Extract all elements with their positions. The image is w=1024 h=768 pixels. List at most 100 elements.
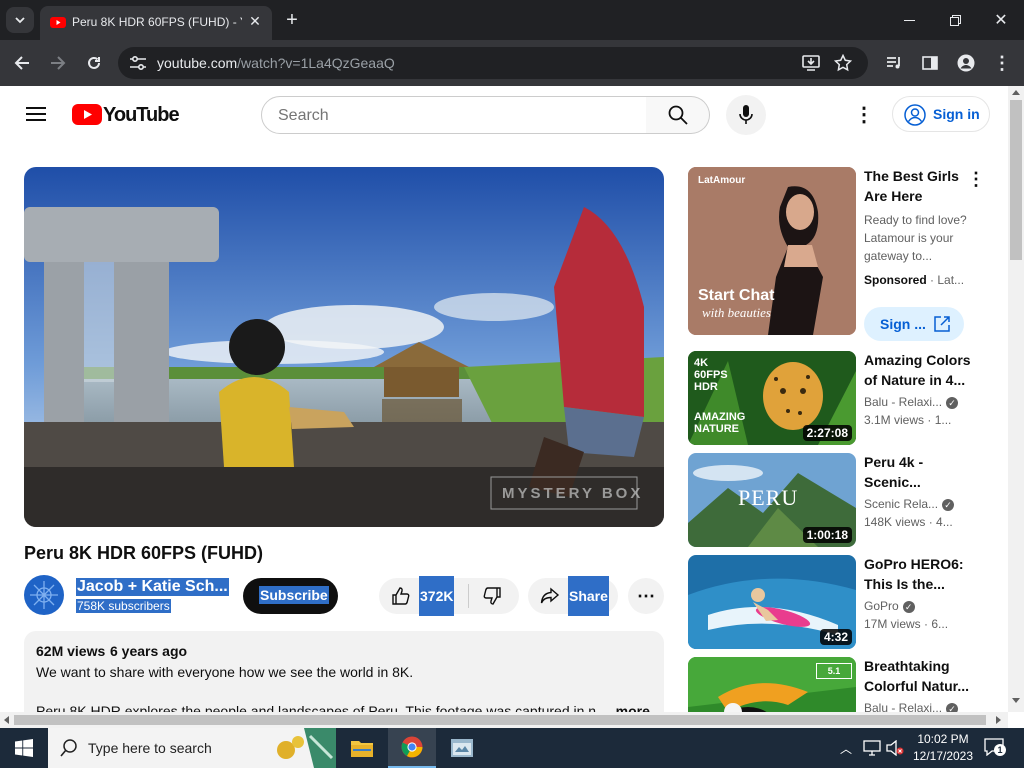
site-info-icon[interactable] <box>130 56 146 70</box>
show-hidden-icons-chevron-icon[interactable]: ︿ <box>838 740 854 756</box>
settings-more-icon[interactable]: ⋮ <box>854 103 874 127</box>
clock-time: 10:02 PM <box>917 732 969 746</box>
media-queue-icon <box>887 57 900 69</box>
horizontal-scroll-thumb[interactable] <box>14 715 986 725</box>
clock-date: 12/17/2023 <box>912 749 974 763</box>
rec-thumbnail[interactable]: 4K 60FPS HDR AMAZING NATURE 2:27:08 <box>688 351 856 445</box>
subscribe-button[interactable]: Subscribe <box>243 578 338 614</box>
rec-title-line-1: Breathtaking <box>864 658 950 674</box>
address-bar[interactable]: youtube.com/watch?v=1La4QzGeaaQ <box>118 47 868 79</box>
youtube-logo[interactable]: YouTube <box>72 103 180 127</box>
side-panel-button[interactable] <box>919 52 941 74</box>
rec-thumbnail[interactable]: PERU 1:00:18 <box>688 453 856 547</box>
ad-cta-label: Sign ... <box>880 316 926 332</box>
url-host: youtube.com <box>157 55 238 71</box>
tab-list-button[interactable] <box>6 7 34 33</box>
scroll-down-arrow-icon[interactable] <box>1012 698 1020 703</box>
ad-title[interactable]: The Best Girls Are Here <box>864 166 964 206</box>
chevron-down-icon <box>15 16 25 23</box>
app-window-icon <box>451 739 473 757</box>
show-more-link[interactable]: ...more <box>604 703 650 712</box>
rec-title-line-1: Peru 4k - <box>864 454 924 470</box>
back-button[interactable] <box>11 52 33 74</box>
rec-stats-row: 3.1M views · 1... <box>864 413 952 427</box>
search-button[interactable] <box>646 96 710 134</box>
voice-search-button[interactable] <box>726 95 766 135</box>
description-line-2: Peru 8K HDR explores the people and land… <box>36 703 596 712</box>
network-icon[interactable] <box>863 740 881 756</box>
thumbs-up-icon <box>392 587 410 605</box>
rec-title-line-2: This Is the... <box>864 576 945 592</box>
external-link-icon <box>934 316 950 332</box>
install-app-icon[interactable] <box>802 55 820 71</box>
more-actions-button[interactable]: ⋯ <box>628 578 664 614</box>
channel-avatar[interactable] <box>24 575 64 615</box>
scroll-left-arrow-icon[interactable] <box>4 716 9 724</box>
media-control-button[interactable] <box>883 52 905 74</box>
description-box[interactable]: 62M views 6 years ago We want to share w… <box>24 631 664 712</box>
ad-thumb-line-2: with beauties <box>702 305 771 320</box>
channel-name[interactable]: Jacob + Katie Sch... <box>76 578 229 596</box>
rec-info[interactable]: Peru 4k - Scenic... Scenic Rela... ✓ 148K… <box>864 452 974 531</box>
like-button[interactable]: 372K <box>379 576 459 616</box>
profile-avatar-icon <box>957 54 975 72</box>
rec-info[interactable]: GoPro HERO6: This Is the... GoPro ✓ 17M v… <box>864 554 974 633</box>
browser-tab-active[interactable]: Peru 8K HDR 60FPS (FUHD) - Yo ✕ <box>40 6 272 40</box>
restore-button[interactable] <box>932 0 978 40</box>
rec-channel: Balu - Relaxi... <box>864 395 943 409</box>
rec-views: 3.1M views <box>864 413 925 427</box>
clock[interactable]: 10:02 PM 12/17/2023 <box>910 731 976 765</box>
tab-close-icon[interactable]: ✕ <box>246 12 264 30</box>
rec-thumb-text: PERU <box>738 485 799 510</box>
rec-thumbnail[interactable]: 4:32 <box>688 555 856 649</box>
rec-info[interactable]: Breathtaking Colorful Natur... Balu - Re… <box>864 656 974 712</box>
rec-info[interactable]: Amazing Colors of Nature in 4... Balu - … <box>864 350 974 429</box>
close-window-button[interactable]: ✕ <box>978 0 1024 40</box>
bookmark-star-icon[interactable] <box>834 54 852 72</box>
rec-title-line-2: of Nature in 4... <box>864 372 966 388</box>
scroll-up-arrow-icon[interactable] <box>1012 90 1020 95</box>
search-input[interactable]: Search <box>261 96 647 134</box>
taskbar-chrome[interactable] <box>388 728 436 768</box>
rec-thumbnail[interactable]: 5.1 4K <box>688 657 856 712</box>
start-button[interactable] <box>0 728 48 768</box>
video-title: Peru 8K HDR 60FPS (FUHD) <box>24 543 264 563</box>
ad-thumbnail[interactable]: LatAmour Start Chat with beauties <box>688 167 856 335</box>
ad-brand-logo: LatAmour <box>698 175 746 186</box>
url-path: /watch?v=1La4QzGeaaQ <box>237 55 395 71</box>
url-text[interactable]: youtube.com/watch?v=1La4QzGeaaQ <box>157 55 395 71</box>
restore-icon <box>949 14 961 26</box>
notification-count-badge: 1 <box>994 744 1006 756</box>
taskbar-app[interactable] <box>438 728 486 768</box>
side-panel-icon <box>922 56 938 70</box>
dislike-button[interactable] <box>470 578 518 614</box>
rec-channel-row: GoPro ✓ <box>864 597 974 615</box>
arrow-left-icon <box>14 56 29 70</box>
forward-button[interactable] <box>47 52 69 74</box>
minimize-button[interactable] <box>886 0 932 40</box>
rec-age: 4... <box>936 515 953 529</box>
ad-cta-button[interactable]: Sign ... <box>864 307 964 341</box>
chrome-menu-icon[interactable]: ⋮ <box>991 52 1013 74</box>
share-button[interactable]: Share <box>528 576 618 616</box>
notification-center-button[interactable]: 1 <box>984 738 1006 758</box>
volume-muted-icon[interactable] <box>886 740 904 756</box>
reload-button[interactable] <box>83 52 105 74</box>
vertical-scroll-thumb[interactable] <box>1010 100 1022 260</box>
browser-tab-bar: Peru 8K HDR 60FPS (FUHD) - Yo ✕ + ✕ <box>0 0 1024 40</box>
taskbar-file-explorer[interactable] <box>338 728 386 768</box>
vertical-scrollbar[interactable] <box>1008 86 1024 712</box>
hamburger-menu-icon[interactable] <box>26 106 46 122</box>
ad-menu-icon[interactable]: ⋮ <box>966 168 986 190</box>
browser-toolbar: youtube.com/watch?v=1La4QzGeaaQ ⋮ <box>0 40 1024 86</box>
rec-channel: Balu - Relaxi... <box>864 701 943 712</box>
new-tab-button[interactable]: + <box>280 8 304 32</box>
search-icon <box>60 739 77 757</box>
taskbar-search-box[interactable]: Type here to search <box>48 728 336 768</box>
profile-button[interactable] <box>955 52 977 74</box>
horizontal-scrollbar[interactable] <box>0 712 1008 728</box>
rec-thumb-text: AMAZING NATURE <box>694 411 746 435</box>
video-player[interactable]: MYSTERY BOX <box>24 167 664 527</box>
sign-in-button[interactable]: Sign in <box>892 96 990 132</box>
scroll-right-arrow-icon[interactable] <box>996 716 1001 724</box>
